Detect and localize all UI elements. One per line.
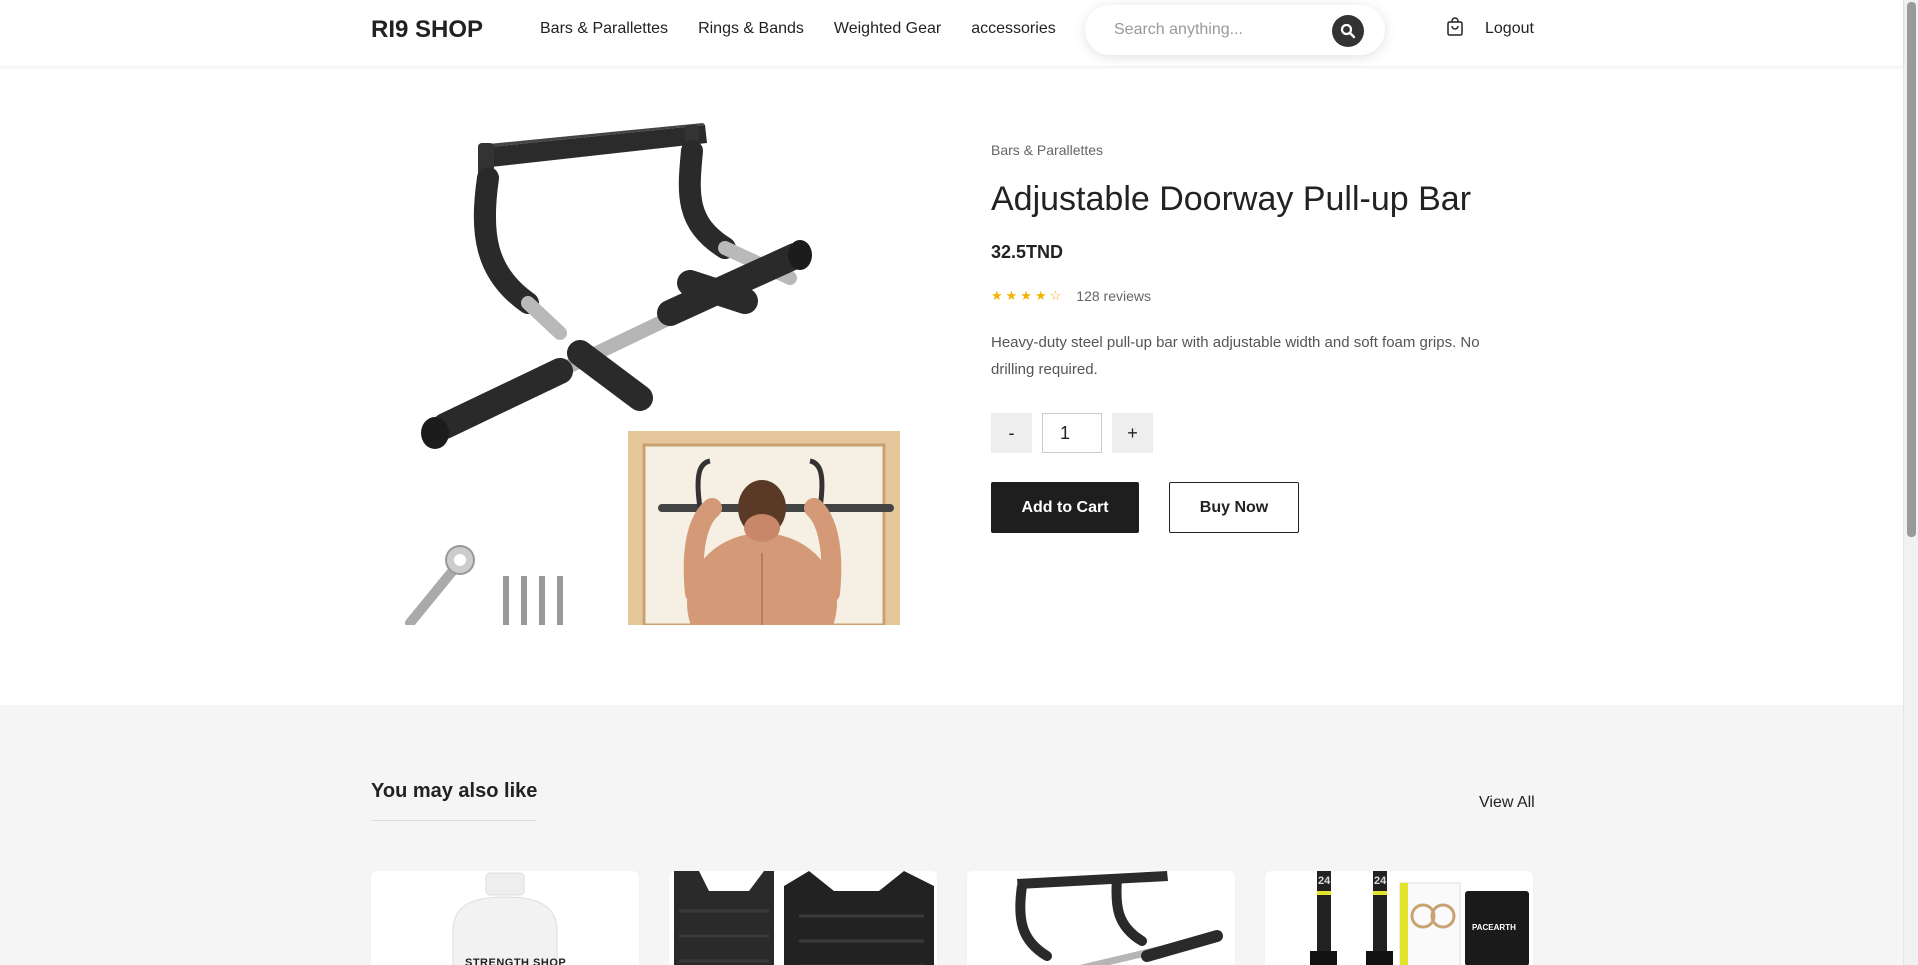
product-thumbnail [1015,871,1223,965]
product-card[interactable] [669,871,937,965]
strap-tag: 24 [1318,875,1331,887]
site-header: RI9 SHOP Bars & Parallettes Rings & Band… [0,0,1903,66]
search-button[interactable] [1332,15,1364,47]
nav-item-weighted-gear[interactable]: Weighted Gear [834,20,941,38]
related-section-title: You may also like [371,780,538,802]
shopping-bag-icon[interactable] [1445,17,1465,37]
product-thumbnail [674,871,934,965]
nav-item-bars-parallettes[interactable]: Bars & Parallettes [540,20,668,38]
strap-tag: 24 [1374,875,1387,887]
logout-link[interactable]: Logout [1485,20,1534,38]
brand-label: PACEARTH [1472,923,1516,932]
product-description: Heavy-duty steel pull-up bar with adjust… [991,334,1480,378]
product-thumbnail [1310,871,1529,965]
pull-up-bar-image [405,123,900,625]
related-products-section: You may also like View All STRENGTH SHOP [0,705,1903,965]
quantity-input[interactable] [1042,413,1102,453]
quantity-stepper: - + [991,413,1153,453]
main-nav: Bars & Parallettes Rings & Bands Weighte… [540,20,1056,38]
quantity-increase-button[interactable]: + [1112,413,1153,453]
search-icon [1340,23,1356,39]
page-scrollbar[interactable] [1903,0,1918,965]
nav-item-accessories[interactable]: accessories [971,20,1055,38]
add-to-cart-button[interactable]: Add to Cart [991,482,1139,533]
nav-item-rings-bands[interactable]: Rings & Bands [698,20,804,38]
product-rating: ★★★★☆ 128 reviews [991,288,1151,304]
buy-now-button[interactable]: Buy Now [1169,482,1299,533]
product-title: Adjustable Doorway Pull-up Bar [991,180,1472,218]
star-rating-icon: ★★★★☆ [991,288,1065,303]
section-divider [371,820,537,821]
product-card[interactable]: 24 24 PACEARTH [1265,871,1533,965]
view-all-link[interactable]: View All [1479,794,1535,812]
search-input[interactable] [1114,19,1324,41]
product-image[interactable] [400,123,900,625]
product-thumbnail [452,872,558,965]
quantity-decrease-button[interactable]: - [991,413,1032,453]
bottle-label: STRENGTH SHOP [465,957,567,965]
search-box [1085,5,1385,55]
product-price: 32.5TND [991,242,1064,262]
review-count[interactable]: 128 reviews [1076,288,1151,304]
product-category[interactable]: Bars & Parallettes [991,142,1103,158]
product-card[interactable] [967,871,1235,965]
scrollbar-thumb[interactable] [1907,2,1916,537]
product-card[interactable]: STRENGTH SHOP [371,871,639,965]
site-logo[interactable]: RI9 SHOP [371,16,483,44]
